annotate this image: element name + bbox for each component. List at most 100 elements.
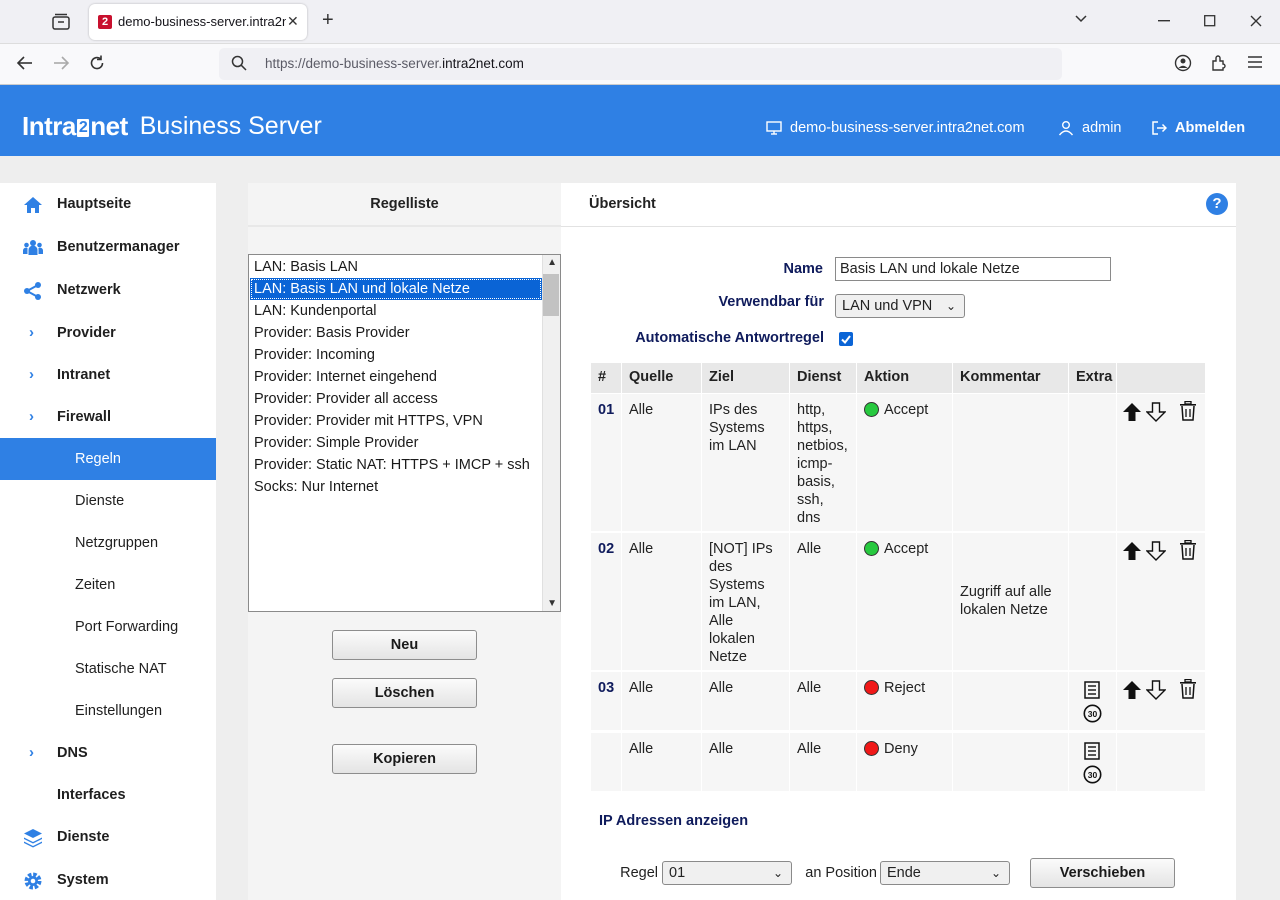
minimize-icon[interactable] bbox=[1158, 20, 1170, 22]
rule-listbox[interactable]: LAN: Basis LAN LAN: Basis LAN und lokale… bbox=[248, 254, 561, 612]
table-row[interactable]: 01 Alle IPs des Systems im LAN http, https,… bbox=[591, 394, 1205, 531]
log-icon[interactable] bbox=[1084, 681, 1100, 699]
browser-tab[interactable]: 2 demo-business-server.intra2net.com ✕ bbox=[89, 4, 307, 40]
logout-icon bbox=[1152, 121, 1167, 135]
sidebar-item-system[interactable]: System bbox=[0, 859, 216, 900]
verschieben-button[interactable]: Verschieben bbox=[1030, 858, 1175, 888]
sidebar-item-benutzermanager[interactable]: Benutzermanager bbox=[0, 226, 216, 268]
listbox-scrollbar[interactable]: ▲ ▼ bbox=[542, 255, 560, 611]
sidebar-item-netzgruppen[interactable]: Netzgruppen bbox=[0, 522, 216, 564]
app-header: Intra 2 net Business Server demo-business-… bbox=[0, 85, 1280, 156]
list-item[interactable]: Provider: Provider mit HTTPS, VPN bbox=[250, 410, 542, 432]
log-icon[interactable] bbox=[1084, 742, 1100, 760]
table-row[interactable]: 02 Alle [NOT] IPs des Systems im LAN, Alle lo… bbox=[591, 533, 1205, 670]
cell-extra bbox=[1068, 394, 1116, 531]
cell-aktion: Accept bbox=[856, 394, 952, 531]
move-up-icon[interactable] bbox=[1122, 680, 1142, 700]
sidebar-item-port-forwarding[interactable]: Port Forwarding bbox=[0, 606, 216, 648]
list-item[interactable]: Provider: Basis Provider bbox=[250, 322, 542, 344]
list-item[interactable]: Provider: Static NAT: HTTPS + IMCP + ssh bbox=[250, 454, 542, 476]
list-item[interactable]: Provider: Incoming bbox=[250, 344, 542, 366]
user-menu[interactable]: admin bbox=[1058, 120, 1122, 136]
extensions-icon[interactable] bbox=[1210, 54, 1228, 72]
reload-icon[interactable] bbox=[88, 54, 106, 72]
sidebar-item-provider[interactable]: › Provider bbox=[0, 312, 216, 354]
sidebar-item-netzwerk[interactable]: Netzwerk bbox=[0, 269, 216, 311]
maximize-icon[interactable] bbox=[1204, 15, 1216, 27]
sidebar-item-einstellungen[interactable]: Einstellungen bbox=[0, 690, 216, 732]
gear-icon bbox=[24, 872, 42, 890]
cell-dienst: http, https, netbios, icmp-basis, ssh, dns bbox=[789, 394, 856, 531]
move-up-icon[interactable] bbox=[1122, 402, 1142, 422]
back-icon[interactable] bbox=[16, 54, 34, 72]
monitor-icon bbox=[766, 121, 782, 135]
move-up-icon[interactable] bbox=[1122, 541, 1142, 561]
tab-list-icon[interactable] bbox=[50, 12, 72, 32]
show-ip-link[interactable]: IP Adressen anzeigen bbox=[599, 813, 748, 829]
new-tab-icon[interactable]: + bbox=[322, 10, 334, 30]
move-down-icon[interactable] bbox=[1146, 402, 1166, 422]
sidebar-item-interfaces[interactable]: Interfaces bbox=[0, 774, 216, 816]
kopieren-button[interactable]: Kopieren bbox=[332, 744, 477, 774]
rule-number: 02 bbox=[598, 541, 615, 557]
move-down-icon[interactable] bbox=[1146, 541, 1166, 561]
usable-select[interactable]: LAN und VPN ⌄ bbox=[835, 294, 965, 318]
cell-dienst: Alle bbox=[789, 672, 856, 730]
url-bar[interactable]: https://demo-business-server.intra2net.c… bbox=[219, 48, 1062, 80]
cell-quelle: Alle bbox=[621, 672, 701, 730]
cell-ziel: [NOT] IPs des Systems im LAN, Alle lokalen Net… bbox=[701, 533, 789, 670]
sidebar-item-firewall[interactable]: › Firewall bbox=[0, 396, 216, 438]
auto-reply-checkbox[interactable] bbox=[839, 332, 853, 346]
sidebar-item-intranet[interactable]: › Intranet bbox=[0, 354, 216, 396]
table-row[interactable]: Alle Alle Alle Deny 30 bbox=[591, 733, 1205, 791]
sidebar-item-dienste[interactable]: Dienste bbox=[0, 816, 216, 858]
list-item[interactable]: Provider: Internet eingehend bbox=[250, 366, 542, 388]
forward-icon[interactable] bbox=[52, 54, 70, 72]
col-header-kommentar: Kommentar bbox=[952, 363, 1068, 393]
trash-icon[interactable] bbox=[1179, 679, 1197, 699]
timer-30-icon[interactable]: 30 bbox=[1083, 704, 1102, 723]
list-item-selected[interactable]: LAN: Basis LAN und lokale Netze bbox=[250, 278, 542, 300]
regel-label: Regel bbox=[620, 865, 658, 881]
scroll-down-icon[interactable]: ▼ bbox=[547, 598, 557, 609]
sidebar-item-zeiten[interactable]: Zeiten bbox=[0, 564, 216, 606]
scroll-thumb[interactable] bbox=[543, 274, 559, 316]
tab-close-icon[interactable]: ✕ bbox=[287, 13, 299, 30]
sidebar-item-hauptseite[interactable]: Hauptseite bbox=[0, 183, 216, 225]
col-header-ziel: Ziel bbox=[701, 363, 789, 393]
list-all-tabs-icon[interactable] bbox=[1074, 12, 1088, 26]
close-window-icon[interactable] bbox=[1250, 15, 1262, 27]
sidebar-item-dns[interactable]: › DNS bbox=[0, 732, 216, 774]
sidebar-item-statische-nat[interactable]: Statische NAT bbox=[0, 648, 216, 690]
trash-icon[interactable] bbox=[1179, 540, 1197, 560]
logout-button[interactable]: Abmelden bbox=[1151, 120, 1245, 136]
list-item[interactable]: Provider: Provider all access bbox=[250, 388, 542, 410]
sidebar-item-regeln[interactable]: Regeln bbox=[0, 438, 216, 480]
regel-select[interactable]: 01 ⌄ bbox=[662, 861, 792, 885]
tab-uebersicht[interactable]: Übersicht bbox=[589, 183, 656, 227]
table-row[interactable]: 03 Alle Alle Alle Reject 30 bbox=[591, 672, 1205, 730]
list-item[interactable]: Provider: Simple Provider bbox=[250, 432, 542, 454]
scroll-up-icon[interactable]: ▲ bbox=[547, 257, 557, 268]
list-item[interactable]: Socks: Nur Internet bbox=[250, 476, 542, 498]
cell-extra: 30 bbox=[1068, 672, 1116, 730]
move-down-icon[interactable] bbox=[1146, 680, 1166, 700]
cell-ziel: Alle bbox=[701, 672, 789, 730]
name-input[interactable]: Basis LAN und lokale Netze bbox=[835, 257, 1111, 281]
neu-button[interactable]: Neu bbox=[332, 630, 477, 660]
menu-icon[interactable] bbox=[1247, 54, 1263, 70]
account-icon[interactable] bbox=[1174, 54, 1192, 72]
help-icon[interactable]: ? bbox=[1206, 193, 1228, 215]
check-icon bbox=[841, 335, 851, 345]
timer-30-icon[interactable]: 30 bbox=[1083, 765, 1102, 784]
search-icon bbox=[231, 55, 247, 71]
position-select[interactable]: Ende ⌄ bbox=[880, 861, 1010, 885]
list-item[interactable]: LAN: Basis LAN bbox=[250, 256, 542, 278]
name-label: Name bbox=[783, 261, 824, 277]
sidebar-item-dienste-firewall[interactable]: Dienste bbox=[0, 480, 216, 522]
list-item[interactable]: LAN: Kundenportal bbox=[250, 300, 542, 322]
logo[interactable]: Intra 2 net Business Server bbox=[22, 113, 322, 139]
tab-regelliste[interactable]: Regelliste bbox=[248, 183, 561, 227]
trash-icon[interactable] bbox=[1179, 401, 1197, 421]
loeschen-button[interactable]: Löschen bbox=[332, 678, 477, 708]
